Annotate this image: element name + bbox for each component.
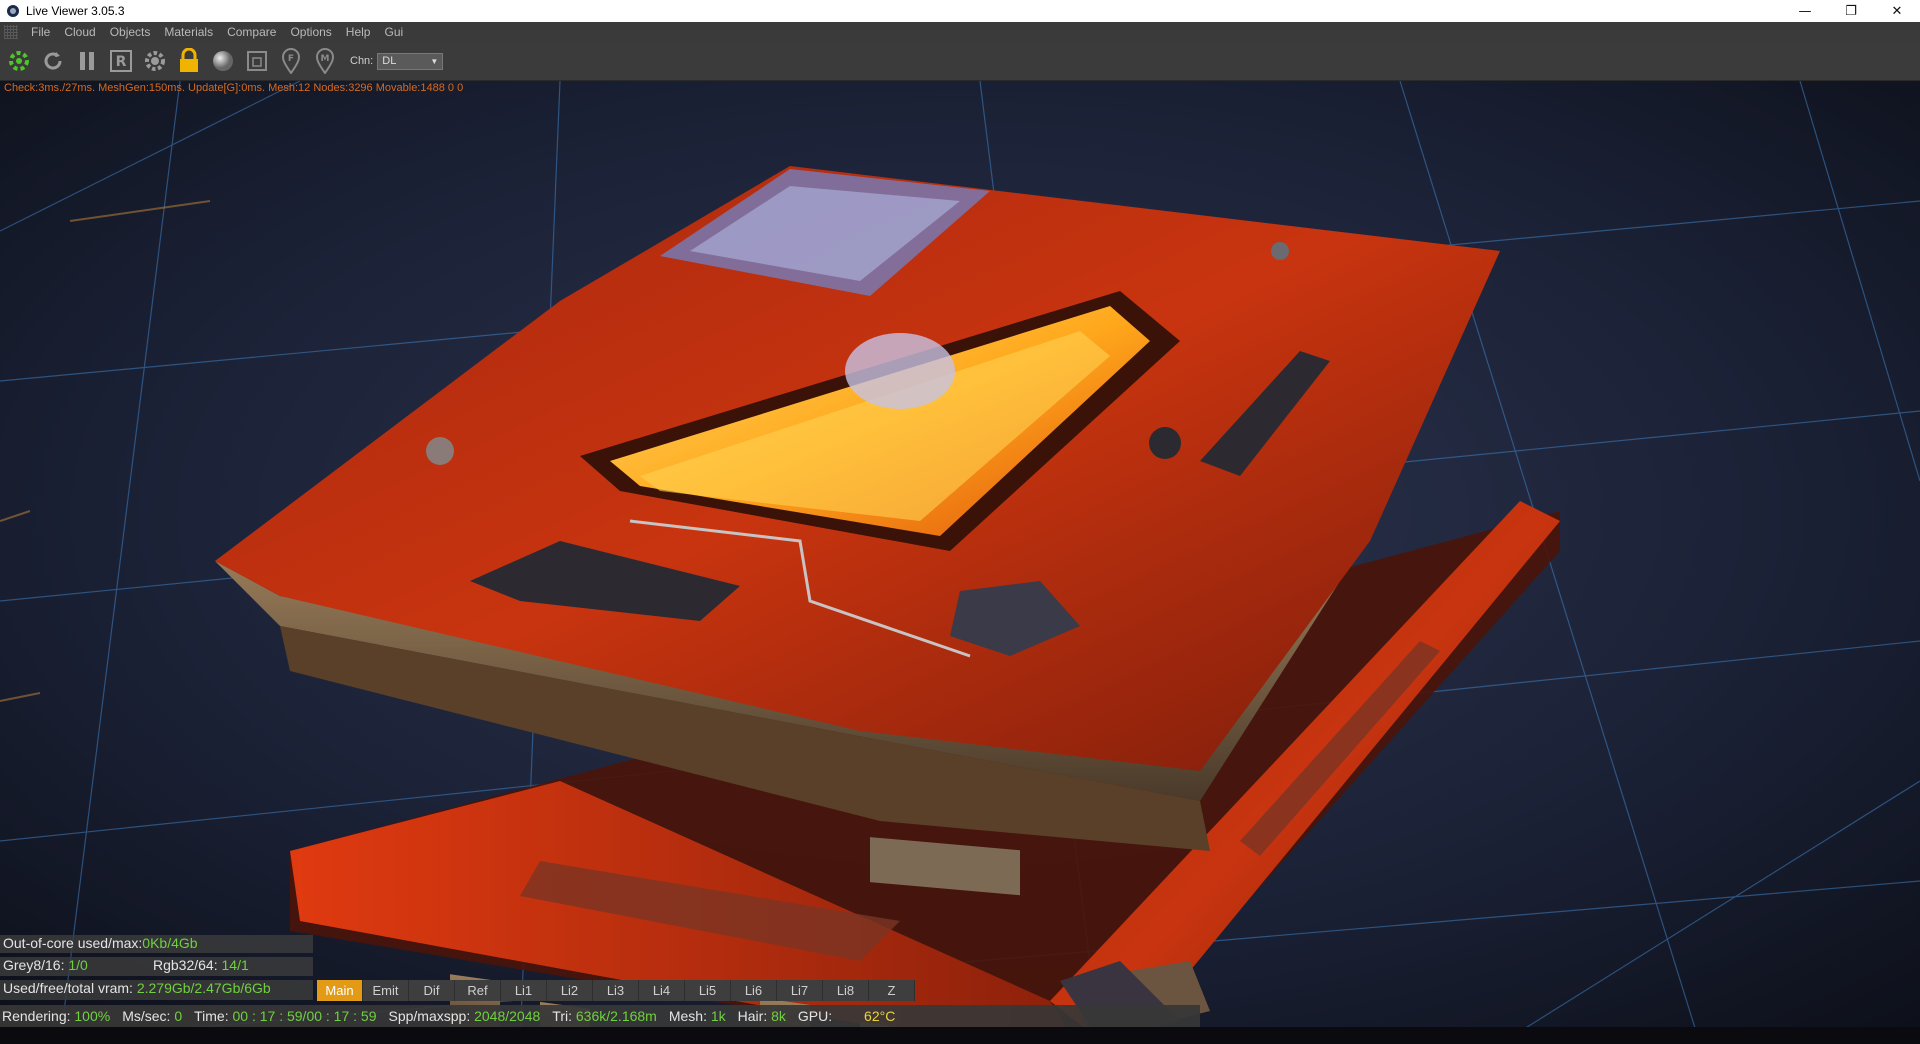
material-preview-button[interactable]	[208, 46, 238, 76]
restore-button[interactable]: ❐	[1828, 0, 1874, 22]
restore-icon: ❐	[1845, 3, 1857, 19]
app-logo-icon	[7, 5, 19, 17]
menu-options[interactable]: Options	[283, 25, 338, 39]
pass-li1-tab[interactable]: Li1	[501, 980, 547, 1001]
refresh-icon	[44, 52, 62, 70]
tri-value: 636k/2.168m	[575, 1008, 657, 1024]
chevron-down-icon: ▼	[430, 56, 439, 66]
window-title: Live Viewer 3.05.3	[26, 4, 125, 18]
mesh-value: 1k	[710, 1008, 726, 1024]
mesh-label: Mesh:	[668, 1008, 707, 1024]
menu-materials[interactable]: Materials	[157, 25, 220, 39]
channel-value: DL	[382, 55, 397, 67]
pass-main-tab[interactable]: Main	[317, 980, 363, 1001]
hair-value: 8k	[771, 1008, 786, 1024]
rendering-label: Rendering:	[2, 1008, 71, 1024]
pass-emit-tab[interactable]: Emit	[363, 980, 409, 1001]
menu-grip-icon	[4, 25, 18, 39]
ooc-label: Out-of-core used/max:	[3, 935, 143, 951]
menu-help[interactable]: Help	[339, 25, 378, 39]
ooc-value: 0Kb/4Gb	[142, 935, 198, 951]
menu-bar: File Cloud Objects Materials Compare Opt…	[0, 22, 1920, 42]
time-label: Time:	[194, 1008, 229, 1024]
vram-value: 2.279Gb/2.47Gb/6Gb	[136, 980, 271, 996]
lock-button[interactable]	[174, 46, 204, 76]
render-status-bar: Rendering: 100% Ms/sec: 0 Time: 00 : 17 …	[0, 1005, 1200, 1027]
gpu-temp-value: 62°C	[864, 1008, 896, 1024]
rendering-value: 100%	[74, 1008, 111, 1024]
mssec-label: Ms/sec:	[122, 1008, 171, 1024]
pass-dif-tab[interactable]: Dif	[409, 980, 455, 1001]
close-button[interactable]: ✕	[1874, 0, 1920, 22]
pass-li3-tab[interactable]: Li3	[593, 980, 639, 1001]
svg-text:M: M	[321, 54, 330, 64]
rgb-value: 14/1	[221, 957, 249, 973]
bottom-strip	[0, 1027, 1920, 1044]
pass-ref-tab[interactable]: Ref	[455, 980, 501, 1001]
texture-info-panel: Grey8/16: 1/0 Rgb32/64: 14/1	[0, 957, 313, 976]
hair-label: Hair:	[737, 1008, 768, 1024]
pass-li8-tab[interactable]: Li8	[823, 980, 869, 1001]
grey-value: 1/0	[68, 957, 88, 973]
time-value: 00 : 17 : 59/00 : 17 : 59	[232, 1008, 377, 1024]
pass-li6-tab[interactable]: Li6	[731, 980, 777, 1001]
svg-text:R: R	[116, 54, 127, 70]
pause-icon	[80, 52, 94, 70]
pass-li4-tab[interactable]: Li4	[639, 980, 685, 1001]
menu-objects[interactable]: Objects	[103, 25, 158, 39]
lock-icon	[180, 48, 198, 72]
render-stats-line: Check:3ms./27ms. MeshGen:150ms. Update[G…	[4, 82, 464, 94]
vram-info-panel: Used/free/total vram: 2.279Gb/2.47Gb/6Gb	[0, 980, 313, 1000]
vram-label: Used/free/total vram:	[3, 980, 133, 996]
close-icon: ✕	[1891, 3, 1903, 19]
toolbar: R F M Chn: DL ▼	[0, 42, 1920, 81]
menu-cloud[interactable]: Cloud	[57, 25, 102, 39]
menu-gui[interactable]: Gui	[377, 25, 410, 39]
channel-label: Chn:	[350, 55, 374, 67]
pass-z-tab[interactable]: Z	[869, 980, 915, 1001]
sphere-icon	[213, 51, 233, 71]
pass-li7-tab[interactable]: Li7	[777, 980, 823, 1001]
mssec-value: 0	[174, 1008, 183, 1024]
spp-value: 2048/2048	[474, 1008, 541, 1024]
rendered-scene-image	[0, 81, 1920, 1044]
pass-li2-tab[interactable]: Li2	[547, 980, 593, 1001]
settings-button[interactable]	[140, 46, 170, 76]
title-bar: Live Viewer 3.05.3 — ❐ ✕	[0, 0, 1920, 22]
pick-material-button[interactable]: M	[310, 46, 340, 76]
channel-select[interactable]: DL ▼	[377, 52, 444, 70]
render-pass-tabs: Main Emit Dif Ref Li1 Li2 Li3 Li4 Li5 Li…	[317, 980, 915, 1001]
start-render-button[interactable]	[4, 46, 34, 76]
grey-label: Grey8/16:	[3, 957, 65, 973]
refresh-button[interactable]	[38, 46, 68, 76]
render-viewport[interactable]	[0, 81, 1920, 1044]
minimize-button[interactable]: —	[1782, 0, 1828, 22]
gear-icon	[145, 51, 165, 71]
menu-file[interactable]: File	[24, 25, 57, 39]
focus-pin-icon: F	[281, 48, 301, 74]
frame-button[interactable]	[242, 46, 272, 76]
material-pin-icon: M	[315, 48, 335, 74]
render-gear-icon	[9, 51, 29, 71]
pass-li5-tab[interactable]: Li5	[685, 980, 731, 1001]
memory-info-panel: Out-of-core used/max:0Kb/4Gb	[0, 935, 313, 953]
spp-label: Spp/maxspp:	[388, 1008, 471, 1024]
svg-text:F: F	[288, 54, 294, 64]
tri-label: Tri:	[552, 1008, 572, 1024]
pause-button[interactable]	[72, 46, 102, 76]
menu-compare[interactable]: Compare	[220, 25, 283, 39]
rgb-label: Rgb32/64:	[153, 957, 218, 973]
gpu-label: GPU:	[797, 1008, 833, 1024]
frame-icon	[247, 51, 267, 71]
minimize-icon: —	[1798, 3, 1812, 19]
region-r-icon: R	[110, 50, 132, 72]
pick-focus-button[interactable]: F	[276, 46, 306, 76]
region-render-button[interactable]: R	[106, 46, 136, 76]
